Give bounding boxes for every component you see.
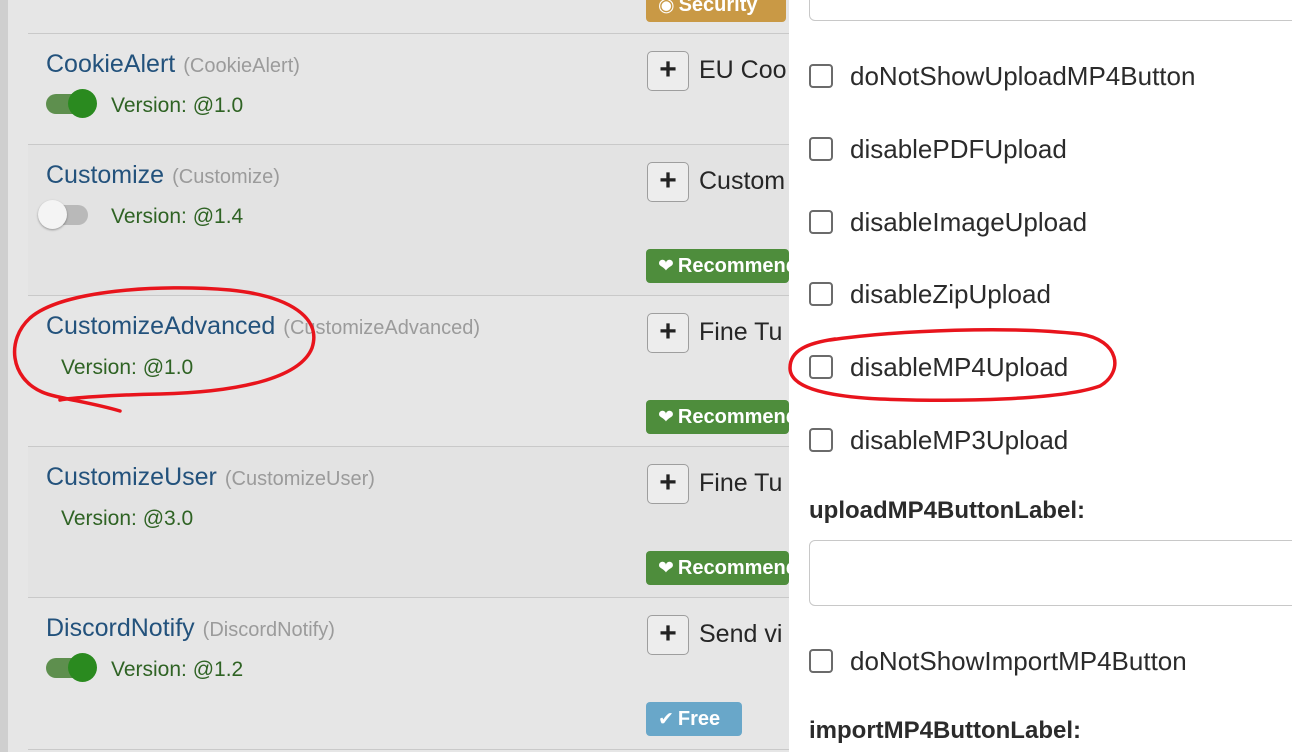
toggle-customize[interactable] — [38, 200, 88, 229]
row-divider — [28, 295, 789, 296]
plugin-settings-panel: doNotShowUploadMP4Button disablePDFUploa… — [789, 0, 1292, 752]
left-gutter — [0, 0, 8, 752]
plugin-version: Version: @1.4 — [111, 205, 244, 228]
settings-text-input[interactable] — [809, 0, 1292, 21]
toggle-knob — [38, 200, 67, 229]
plus-icon: + — [659, 164, 677, 197]
checkbox[interactable] — [809, 137, 833, 161]
expand-button-customizeuser[interactable]: + — [647, 464, 689, 504]
import-mp4-button-label-heading: importMP4ButtonLabel: — [809, 717, 1081, 744]
plus-icon: + — [659, 617, 677, 650]
plus-icon: + — [659, 315, 677, 348]
plugin-name-cookiealert[interactable]: CookieAlert (CookieAlert) — [46, 50, 300, 79]
toggle-discordnotify[interactable] — [46, 653, 97, 682]
plugin-name-discordnotify[interactable]: DiscordNotify (DiscordNotify) — [46, 614, 335, 643]
plugin-description: Send vi — [699, 620, 783, 648]
expand-button-discordnotify[interactable]: + — [647, 615, 689, 655]
plugin-version: Version: @1.0 — [61, 356, 194, 379]
heart-icon: ❤ — [658, 256, 674, 277]
security-badge: ◉ Security — [646, 0, 786, 22]
row-divider — [28, 33, 789, 34]
row-divider — [28, 446, 789, 447]
plus-icon: + — [659, 466, 677, 499]
row-divider — [28, 144, 789, 145]
checkbox[interactable] — [809, 210, 833, 234]
recommended-badge: ❤Recommended — [646, 249, 789, 283]
plugin-description: Custom — [699, 167, 786, 195]
checkbox[interactable] — [809, 428, 833, 452]
plugin-name-customizeuser[interactable]: CustomizeUser (CustomizeUser) — [46, 463, 375, 492]
upload-mp4-button-label-input[interactable] — [809, 540, 1292, 606]
checkbox[interactable] — [809, 64, 833, 88]
heart-icon: ❤ — [658, 558, 674, 579]
user-shield-icon: ◉ — [658, 0, 675, 16]
row-divider — [28, 597, 789, 598]
checkbox[interactable] — [809, 649, 833, 673]
checkbox[interactable] — [809, 282, 833, 306]
plus-icon: + — [659, 53, 677, 86]
check-icon: ✔ — [658, 709, 674, 730]
expand-button-customize[interactable]: + — [647, 162, 689, 202]
plugin-description: Fine Tu — [699, 469, 783, 497]
plugin-version: Version: @3.0 — [61, 507, 194, 530]
recommended-badge: ❤Recommended — [646, 551, 789, 585]
heart-icon: ❤ — [658, 407, 674, 428]
plugin-name-customizeadvanced[interactable]: CustomizeAdvanced (CustomizeAdvanced) — [46, 312, 480, 341]
toggle-cookiealert[interactable] — [46, 89, 97, 118]
free-badge: ✔ Free — [646, 702, 742, 736]
plugin-version: Version: @1.0 — [111, 94, 244, 117]
expand-button-cookiealert[interactable]: + — [647, 51, 689, 91]
expand-button-customizeadvanced[interactable]: + — [647, 313, 689, 353]
recommended-badge: ❤Recommended — [646, 400, 789, 434]
plugin-description: Fine Tu — [699, 318, 783, 346]
toggle-knob — [68, 653, 97, 682]
checkbox[interactable] — [809, 355, 833, 379]
toggle-knob — [68, 89, 97, 118]
plugin-description: EU Coo — [699, 56, 787, 84]
plugin-version: Version: @1.2 — [111, 658, 244, 681]
row-divider — [28, 749, 789, 750]
upload-mp4-button-label-heading: uploadMP4ButtonLabel: — [809, 497, 1085, 524]
plugin-name-customize[interactable]: Customize (Customize) — [46, 161, 280, 190]
